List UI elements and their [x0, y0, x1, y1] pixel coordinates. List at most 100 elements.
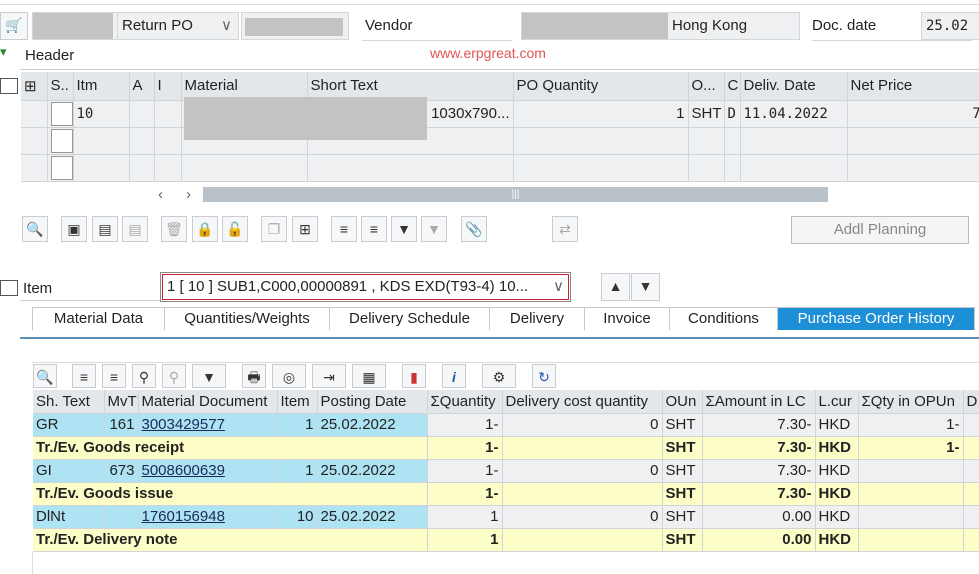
- filter-undo-icon[interactable]: ▼: [421, 216, 447, 242]
- sort-ascending-icon[interactable]: ≡: [331, 216, 357, 242]
- history-subtotal-row[interactable]: Tr./Ev. Delivery note 1 SHT 0.00 HKD: [33, 528, 979, 552]
- layout-icon[interactable]: ▦: [352, 364, 386, 388]
- details-icon[interactable]: 🔍: [22, 216, 48, 242]
- unlock-icon[interactable]: 🔓: [222, 216, 248, 242]
- cell-deliv-date[interactable]: 11.04.2022: [740, 100, 848, 128]
- col-oun[interactable]: O...: [688, 72, 725, 101]
- tab-delivery[interactable]: Delivery: [490, 307, 585, 330]
- cell-net-price[interactable]: 7.3: [847, 100, 979, 128]
- lock-icon[interactable]: 🔒: [192, 216, 218, 242]
- doc-type-prefix-field[interactable]: [32, 12, 118, 40]
- history-subtotal-row[interactable]: Tr./Ev. Goods issue 1- SHT 7.30- HKD: [33, 482, 979, 506]
- planning-icon[interactable]: ⇄: [552, 216, 578, 242]
- sort-descending-icon[interactable]: ≡: [361, 216, 387, 242]
- select-block-icon[interactable]: ▤: [92, 216, 118, 242]
- select-all-icon[interactable]: ▣: [61, 216, 87, 242]
- cart-icon[interactable]: 🛒: [0, 12, 28, 40]
- col-amount-lc[interactable]: ΣAmount in LC: [702, 390, 816, 414]
- details-icon[interactable]: 🔍: [33, 364, 57, 388]
- vendor-field[interactable]: Hong Kong: [521, 12, 800, 40]
- top-divider: [0, 4, 979, 5]
- split-icon[interactable]: ⊞: [292, 216, 318, 242]
- filter-icon[interactable]: ▼: [192, 364, 226, 388]
- doc-date-field[interactable]: 25.02: [921, 12, 979, 40]
- scroll-right-icon[interactable]: ›: [186, 186, 191, 203]
- col-po-quantity[interactable]: PO Quantity: [513, 72, 689, 101]
- col-posting-date[interactable]: Posting Date: [317, 390, 428, 414]
- history-row[interactable]: DlNt 1760156948 10 25.02.2022 1 0 SHT 0.00 HKD: [33, 505, 979, 529]
- filter-icon[interactable]: ▼: [391, 216, 417, 242]
- header-expand-icon[interactable]: ▾: [0, 44, 20, 68]
- next-item-button[interactable]: ▼: [631, 273, 660, 301]
- col-net-price[interactable]: Net Price: [847, 72, 979, 101]
- info-icon[interactable]: i: [442, 364, 466, 388]
- find-icon[interactable]: ⚲: [132, 364, 156, 388]
- export-icon[interactable]: ⇥: [312, 364, 346, 388]
- sort-ascending-icon[interactable]: ≡: [72, 364, 96, 388]
- deselect-icon[interactable]: ▤: [122, 216, 148, 242]
- table-row[interactable]: [21, 127, 979, 155]
- row-select-checkbox[interactable]: [50, 128, 72, 153]
- col-mvt[interactable]: MvT: [104, 390, 139, 414]
- column-config-icon[interactable]: ⊞: [21, 72, 48, 101]
- col-c[interactable]: C: [724, 72, 741, 101]
- views-icon[interactable]: ◎: [272, 364, 306, 388]
- table-row[interactable]: 10 1030x790... 1 SHT D 11.04.2022 7.3: [21, 100, 979, 128]
- cell-material-document[interactable]: 1760156948: [138, 505, 278, 529]
- col-qty-opun[interactable]: ΣQty in OPUn: [858, 390, 964, 414]
- addl-planning-button[interactable]: Addl Planning: [791, 216, 969, 244]
- col-material-document[interactable]: Material Document: [138, 390, 278, 414]
- tab-material-data[interactable]: Material Data: [32, 307, 165, 330]
- col-oun[interactable]: OUn: [662, 390, 703, 414]
- col-sh-text[interactable]: Sh. Text: [33, 390, 105, 414]
- delete-icon[interactable]: 🗑: [161, 216, 187, 242]
- col-item[interactable]: Item: [277, 390, 318, 414]
- chart-icon[interactable]: ▮: [402, 364, 426, 388]
- cell-po-qty[interactable]: 1: [513, 100, 689, 128]
- col-s[interactable]: S..: [47, 72, 74, 101]
- tab-conditions[interactable]: Conditions: [670, 307, 778, 330]
- attachment-icon[interactable]: 📎: [461, 216, 487, 242]
- po-number-field[interactable]: [241, 12, 349, 40]
- doc-type-value: Return PO: [122, 17, 193, 34]
- scroll-left-icon[interactable]: ‹: [158, 186, 163, 203]
- cell-material-document[interactable]: 5008600639: [138, 459, 278, 483]
- tab-delivery-schedule[interactable]: Delivery Schedule: [330, 307, 490, 330]
- col-deliv-date[interactable]: Deliv. Date: [740, 72, 848, 101]
- horizontal-scrollbar[interactable]: |||: [203, 187, 828, 202]
- item-label-underline: [20, 300, 160, 301]
- settings-icon[interactable]: ⚙: [482, 364, 516, 388]
- item-section-icon[interactable]: [0, 280, 18, 296]
- col-short-text[interactable]: Short Text: [307, 72, 514, 101]
- col-delivery-cost-quantity[interactable]: Delivery cost quantity: [502, 390, 663, 414]
- tab-quantities-weights[interactable]: Quantities/Weights: [165, 307, 330, 330]
- cell-itm[interactable]: 10: [73, 100, 130, 128]
- col-lcur[interactable]: L.cur: [815, 390, 859, 414]
- find-next-icon[interactable]: ⚲: [162, 364, 186, 388]
- col-i[interactable]: I: [154, 72, 182, 101]
- col-material[interactable]: Material: [181, 72, 308, 101]
- print-icon[interactable]: 🖶: [242, 364, 266, 388]
- history-row[interactable]: GI 673 5008600639 1 25.02.2022 1- 0 SHT 7.30- HKD: [33, 459, 979, 483]
- row-select-checkbox[interactable]: [50, 155, 72, 180]
- items-section-icon[interactable]: [0, 78, 18, 94]
- row-select-checkbox[interactable]: [50, 101, 72, 126]
- item-selector-dropdown[interactable]: 1 [ 10 ] SUB1,C000,00000891 , KDS EXD(T9…: [160, 272, 571, 302]
- table-row[interactable]: [21, 154, 979, 182]
- doc-type-dropdown[interactable]: Return PO ∨: [117, 12, 239, 40]
- col-d[interactable]: D: [963, 390, 979, 414]
- tab-purchase-order-history[interactable]: Purchase Order History: [778, 307, 975, 330]
- history-row[interactable]: GR 161 3003429577 1 25.02.2022 1- 0 SHT 7.30- HKD…: [33, 413, 979, 437]
- cell-oun[interactable]: SHT: [688, 100, 725, 128]
- col-a[interactable]: A: [129, 72, 155, 101]
- refresh-icon[interactable]: ↻: [532, 364, 556, 388]
- history-subtotal-row[interactable]: Tr./Ev. Goods receipt 1- SHT 7.30- HKD 1-: [33, 436, 979, 460]
- copy-icon[interactable]: ❐: [261, 216, 287, 242]
- cell-c[interactable]: D: [724, 100, 741, 128]
- cell-material-document[interactable]: 3003429577: [138, 413, 278, 437]
- col-itm[interactable]: Itm: [73, 72, 130, 101]
- col-quantity[interactable]: ΣQuantity: [427, 390, 503, 414]
- previous-item-button[interactable]: ▲: [601, 273, 630, 301]
- sort-descending-icon[interactable]: ≡: [102, 364, 126, 388]
- tab-invoice[interactable]: Invoice: [585, 307, 670, 330]
